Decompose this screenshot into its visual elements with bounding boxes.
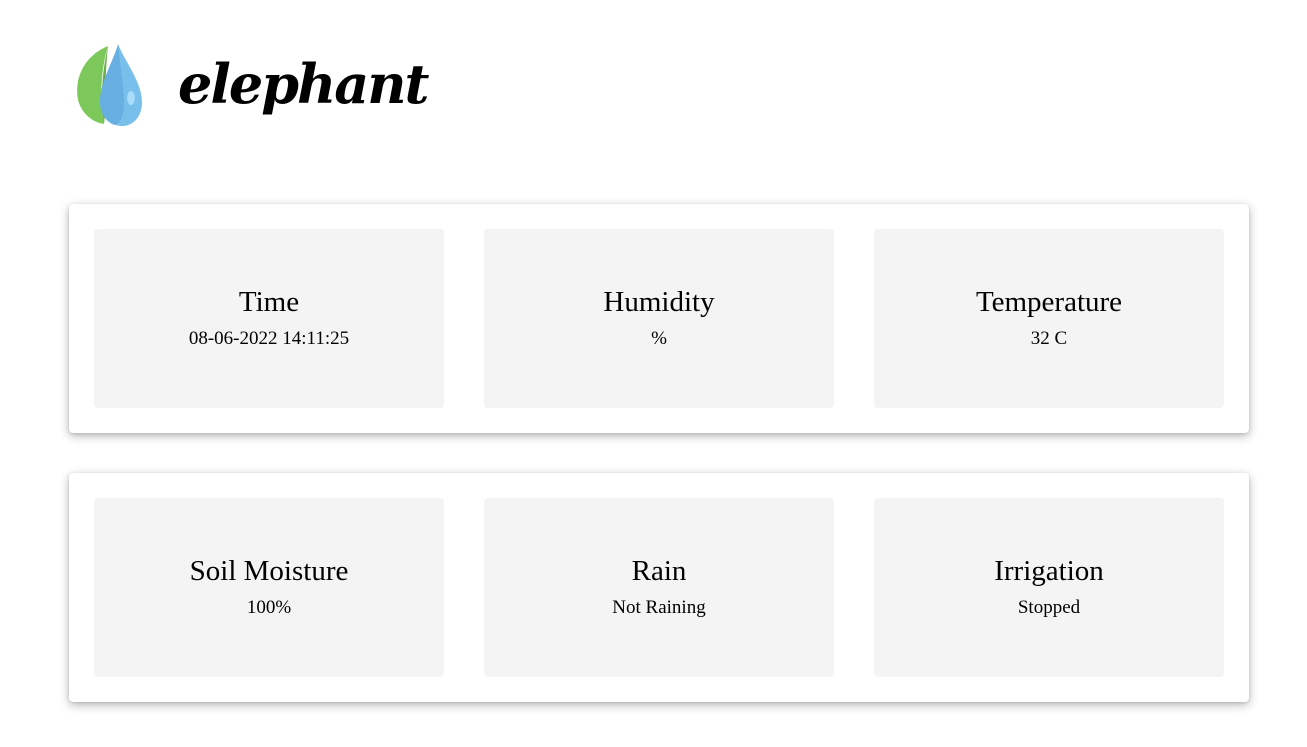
humidity-card: Humidity % [484,229,834,408]
soil-moisture-value: 100% [246,596,292,618]
rain-card: Rain Not Raining [484,498,834,677]
time-title: Time [238,285,300,318]
rain-title: Rain [631,554,687,587]
soil-moisture-card: Soil Moisture 100% [94,498,444,677]
rain-value: Not Raining [612,596,706,618]
soil-moisture-title: Soil Moisture [189,554,349,587]
irrigation-value: Stopped [1017,596,1081,618]
irrigation-card: Irrigation Stopped [874,498,1224,677]
sensor-panel-2: Soil Moisture 100% Rain Not Raining Irri… [69,473,1249,702]
sensor-panel-1: Time 08-06-2022 14:11:25 Humidity % Temp… [69,204,1249,433]
brand-title: elephant [178,52,429,116]
leaf-water-drop-icon [77,44,142,126]
temperature-card: Temperature 32 C [874,229,1224,408]
temperature-title: Temperature [975,285,1123,318]
time-card: Time 08-06-2022 14:11:25 [94,229,444,408]
irrigation-title: Irrigation [994,554,1104,587]
time-value: 08-06-2022 14:11:25 [188,327,350,349]
humidity-title: Humidity [603,285,715,318]
temperature-value: 32 C [1030,327,1068,349]
humidity-value: % [651,327,667,349]
header: elephant [74,42,429,128]
